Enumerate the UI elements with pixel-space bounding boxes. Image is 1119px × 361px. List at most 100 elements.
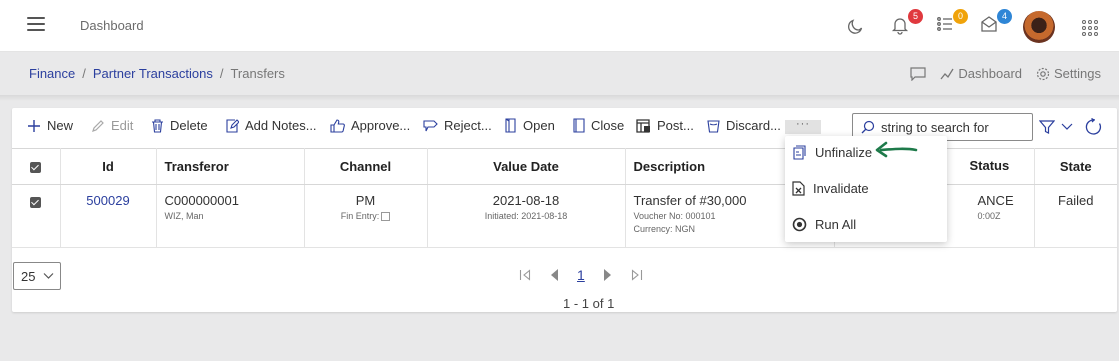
previous-page-icon[interactable] (549, 268, 559, 282)
row-value-date-cell: 2021-08-18 Initiated: 2021-08-18 (427, 184, 626, 248)
header-divider (0, 95, 1119, 101)
close-button[interactable]: Close (573, 118, 624, 133)
annotation-arrow-icon (875, 141, 918, 158)
post-ledger-icon (636, 118, 650, 133)
menu-item-unfinalize[interactable]: Unfinalize (792, 145, 872, 160)
table-header-row: Id Transferor Channel Value Date Descrip… (12, 148, 1117, 185)
close-button-label: Close (591, 118, 625, 133)
breadcrumb-current: Transfers (230, 66, 285, 81)
pager-info: 1 - 1 of 1 (563, 296, 615, 311)
pager: 1 (519, 267, 643, 283)
thumbs-up-icon (330, 118, 345, 133)
new-button[interactable]: New (27, 118, 73, 133)
approve-button[interactable]: Approve... (330, 118, 410, 133)
invalidate-file-icon (792, 181, 805, 196)
settings-link-label: Settings (1054, 66, 1101, 81)
select-all-checkbox[interactable] (12, 148, 61, 185)
row-id-link[interactable]: 500029 (86, 193, 129, 208)
edit-button[interactable]: Edit (91, 118, 133, 133)
comment-icon[interactable] (910, 66, 927, 81)
add-notes-button-label: Add Notes... (245, 118, 317, 133)
row-id-cell: 500029 (60, 184, 157, 248)
chart-line-icon (940, 68, 954, 79)
row-channel-cell: PM Fin Entry: (304, 184, 428, 248)
row-state: Failed (1058, 193, 1094, 208)
tasks-list-icon[interactable]: 0 (936, 9, 968, 39)
post-button-label: Post... (657, 118, 694, 133)
page-size-select[interactable]: 25 (13, 262, 61, 290)
approve-button-label: Approve... (351, 118, 411, 133)
chevron-down-icon (44, 273, 54, 279)
notifications-bell-icon[interactable]: 5 (891, 9, 923, 39)
menu-item-invalidate-label: Invalidate (813, 181, 869, 196)
reject-flag-icon (423, 119, 438, 131)
discard-button-label: Discard... (726, 118, 781, 133)
chevron-down-icon[interactable] (1061, 121, 1073, 131)
open-book-icon (505, 118, 516, 133)
breadcrumb-finance[interactable]: Finance (29, 66, 75, 81)
breadcrumb: Finance / Partner Transactions / Transfers (29, 66, 285, 81)
column-header-status-label: Status (969, 157, 1010, 173)
menu-item-run-all[interactable]: Run All (792, 217, 856, 232)
last-page-icon[interactable] (631, 269, 643, 281)
row-value-date: 2021-08-18 (492, 193, 560, 208)
tasks-badge: 0 (953, 9, 968, 24)
toolbar: New Edit Delete Add Notes... Approve... … (12, 108, 1117, 148)
pencil-icon (92, 119, 104, 132)
settings-link[interactable]: Settings (1036, 66, 1101, 81)
trash-icon (152, 118, 163, 133)
transfers-card: New Edit Delete Add Notes... Approve... … (12, 108, 1117, 312)
discard-bin-icon (707, 119, 720, 133)
row-initiated-date: Initiated: 2021-08-18 (484, 211, 568, 221)
avatar[interactable] (1023, 11, 1055, 43)
page-size-value: 25 (21, 268, 36, 284)
open-button-label: Open (523, 118, 555, 133)
moon-icon[interactable] (846, 15, 870, 39)
header-actions: Dashboard Settings (910, 66, 1101, 81)
menu-item-unfinalize-label: Unfinalize (815, 145, 873, 160)
delete-button[interactable]: Delete (151, 118, 208, 133)
app-launcher-grid-icon[interactable] (1082, 20, 1098, 36)
app-title: Dashboard (80, 18, 144, 33)
row-status: ANCE (977, 193, 1014, 208)
first-page-icon[interactable] (519, 269, 531, 281)
post-button[interactable]: Post... (636, 118, 694, 133)
messages-envelope-icon[interactable]: 4 (980, 9, 1012, 39)
table-row[interactable]: 500029 C000000001 WIZ, Man PM Fin Entry:… (12, 184, 1117, 248)
note-edit-icon (226, 118, 239, 133)
open-button[interactable]: Open (504, 118, 555, 133)
row-channel: PM (355, 193, 376, 208)
search-input[interactable] (881, 119, 1021, 135)
column-header-state[interactable]: State (1034, 148, 1117, 185)
column-header-channel[interactable]: Channel (304, 148, 428, 185)
transfers-table: Id Transferor Channel Value Date Descrip… (12, 148, 1117, 248)
add-notes-button[interactable]: Add Notes... (225, 118, 317, 133)
row-fin-entry-label: Fin Entry: (340, 211, 380, 221)
column-header-value-date[interactable]: Value Date (427, 148, 626, 185)
menu-item-invalidate[interactable]: Invalidate (792, 181, 869, 196)
row-state-cell: Failed (1034, 184, 1117, 248)
menu-item-run-all-label: Run All (815, 217, 857, 232)
more-actions-menu: Unfinalize Invalidate Run All (785, 136, 947, 242)
page-number-current[interactable]: 1 (577, 267, 585, 283)
hamburger-menu-icon[interactable] (27, 17, 45, 33)
column-header-id[interactable]: Id (60, 148, 157, 185)
refresh-icon[interactable] (1085, 118, 1103, 136)
reject-button[interactable]: Reject... (423, 118, 492, 133)
delete-button-label: Delete (170, 118, 208, 133)
new-button-label: New (47, 118, 74, 133)
filter-icon[interactable] (1039, 119, 1055, 135)
dashboard-link[interactable]: Dashboard (940, 66, 1022, 81)
column-header-transferor[interactable]: Transferor (156, 148, 305, 185)
fin-entry-checkbox[interactable] (381, 212, 391, 222)
breadcrumb-partner-transactions[interactable]: Partner Transactions (93, 66, 213, 81)
discard-button[interactable]: Discard... (707, 118, 781, 133)
unfinalize-icon (793, 145, 806, 160)
reject-button-label: Reject... (444, 118, 492, 133)
more-actions-button[interactable]: ··· (785, 119, 821, 134)
next-page-icon[interactable] (603, 268, 613, 282)
row-checkbox[interactable] (12, 184, 61, 248)
search-icon (861, 120, 875, 134)
row-transferor: C000000001 (164, 193, 239, 208)
gear-icon (1036, 67, 1050, 80)
